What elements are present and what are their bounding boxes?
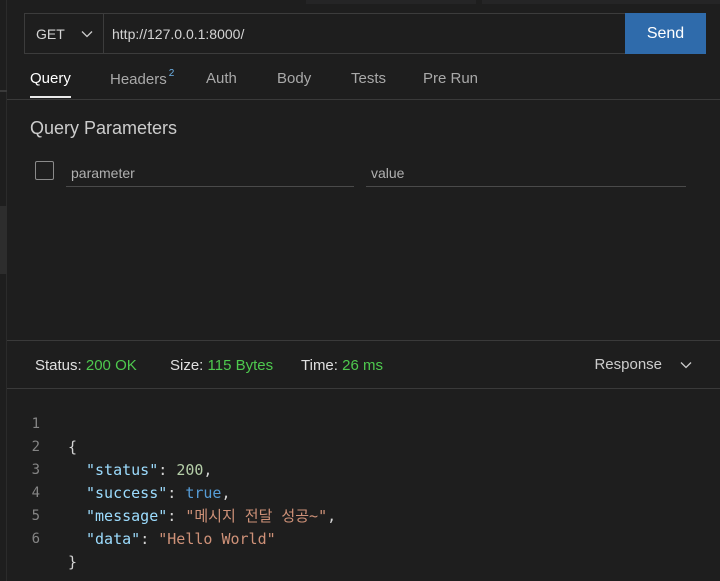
chevron-down-icon xyxy=(680,361,692,368)
top-strip-tab xyxy=(306,0,476,4)
headers-count-badge: 2 xyxy=(168,68,175,79)
send-button[interactable]: Send xyxy=(625,13,706,54)
url-input[interactable] xyxy=(104,14,625,53)
tab-pre-run[interactable]: Pre Run xyxy=(423,70,478,87)
code-line: 4 "message": "메시지 전달 성공~", xyxy=(7,459,337,525)
open-brace: { xyxy=(68,438,78,456)
code-line: 3 "success": true, xyxy=(7,436,231,502)
tab-body[interactable]: Body xyxy=(277,70,311,87)
response-view-label: Response xyxy=(594,356,662,373)
tab-label: Auth xyxy=(206,70,237,87)
status-label: Status: xyxy=(35,357,82,374)
json-value: "Hello World" xyxy=(158,530,276,548)
top-strip xyxy=(0,0,720,4)
json-entry: "success": true, xyxy=(86,484,231,502)
code-line: 2 "status": 200, xyxy=(7,413,213,479)
status-info: Status: 200 OK xyxy=(35,357,137,374)
app-window: GET Send Query Headers2 Auth Body Tests … xyxy=(0,0,720,581)
top-strip-tab xyxy=(482,0,720,4)
time-info: Time: 26 ms xyxy=(301,357,383,374)
status-value: 200 OK xyxy=(85,357,137,374)
left-edge-scroll xyxy=(0,206,7,274)
left-edge xyxy=(0,0,7,581)
code-line: 5 "data": "Hello World" xyxy=(7,482,276,548)
tab-tests[interactable]: Tests xyxy=(351,70,386,87)
tab-label: Query xyxy=(30,70,71,87)
json-key: "status" xyxy=(86,461,159,479)
tab-headers[interactable]: Headers 2 xyxy=(110,68,175,88)
tab-label: Body xyxy=(277,70,312,87)
param-name-input[interactable] xyxy=(66,160,354,187)
param-enable-checkbox[interactable] xyxy=(35,161,54,180)
query-parameters-title: Query Parameters xyxy=(30,118,178,138)
request-bar: GET Send xyxy=(24,13,706,54)
json-value: 200 xyxy=(176,461,204,479)
size-label: Size: xyxy=(170,357,204,374)
time-value: 26 ms xyxy=(342,357,383,374)
query-param-row xyxy=(35,160,695,190)
json-key: "message" xyxy=(86,507,168,525)
method-label: GET xyxy=(36,25,65,42)
tab-query[interactable]: Query xyxy=(30,70,71,98)
chevron-down-icon xyxy=(81,30,93,37)
request-tabs: Query Headers 2 Auth Body Tests Pre Run xyxy=(7,62,720,100)
json-entry: "status": 200, xyxy=(86,461,213,479)
code-line: 1 { xyxy=(7,390,77,456)
size-value: 115 Bytes xyxy=(207,357,274,374)
method-select[interactable]: GET xyxy=(25,14,104,53)
size-info: Size: 115 Bytes xyxy=(170,357,273,374)
response-status-bar: Status: 200 OK Size: 115 Bytes Time: 26 … xyxy=(7,341,720,389)
json-value: true xyxy=(185,484,222,502)
tab-auth[interactable]: Auth xyxy=(206,70,237,87)
json-entry: "message": "메시지 전달 성공~", xyxy=(86,507,337,525)
line-number: 6 xyxy=(31,531,40,547)
json-key: "success" xyxy=(86,484,168,502)
tab-label: Tests xyxy=(351,70,387,87)
response-body-viewer[interactable]: 1 { 2 "status": 200, 3 "success": true, … xyxy=(7,390,720,581)
tab-label: Headers xyxy=(110,71,167,88)
close-brace: } xyxy=(68,553,78,571)
response-view-select[interactable]: Response xyxy=(594,356,692,373)
code-line: 6 } xyxy=(7,505,77,571)
json-entry: "data": "Hello World" xyxy=(86,530,276,548)
param-value-input[interactable] xyxy=(366,160,686,187)
json-key: "data" xyxy=(86,530,141,548)
left-edge-mark xyxy=(0,90,7,92)
time-label: Time: xyxy=(301,357,338,374)
json-value: "메시지 전달 성공~" xyxy=(185,507,328,525)
tab-label: Pre Run xyxy=(423,70,479,87)
